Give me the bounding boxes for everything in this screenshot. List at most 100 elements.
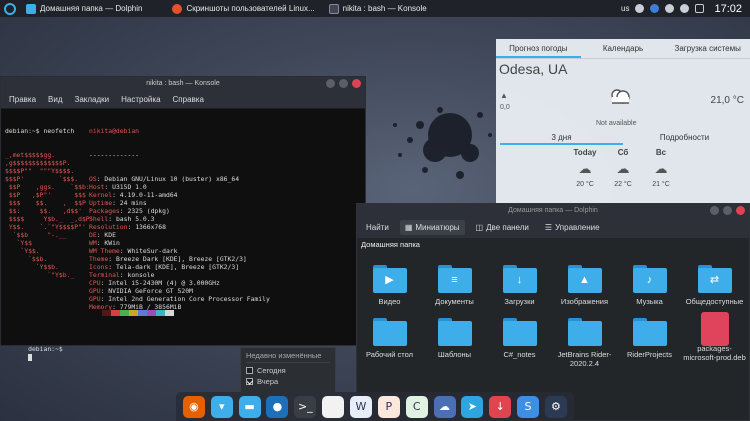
konsole-window: nikita : bash — Konsole Правка Вид Закла… xyxy=(0,76,366,361)
battery-icon[interactable] xyxy=(680,4,690,13)
minimize-button[interactable] xyxy=(710,206,719,215)
color-swatch xyxy=(138,310,147,316)
info-key: WM xyxy=(89,239,97,247)
tab-calendar[interactable]: Календарь xyxy=(581,39,666,58)
info-value: WhiteSur-dark xyxy=(127,247,178,255)
file-item[interactable]: ▶ Видео xyxy=(357,259,422,306)
task-dolphin[interactable]: Домашняя папка — Dolphin xyxy=(22,0,146,17)
info-key: Packages xyxy=(89,207,120,215)
folder-icon xyxy=(26,3,36,14)
info-value: 1366x768 xyxy=(135,223,166,231)
app-launcher-icon[interactable] xyxy=(4,2,16,15)
info-value: 4.19.0-11-amd64 xyxy=(119,191,178,199)
cloud-icon[interactable]: ☁ xyxy=(433,395,456,418)
recent-header: Недавно изменённые xyxy=(246,351,330,363)
control-menu-button[interactable]: ☰ Управление xyxy=(540,220,605,235)
thumbnails-button[interactable]: ▦ Миниатюры xyxy=(399,220,465,235)
menu-help[interactable]: Справка xyxy=(173,95,204,104)
menu-bookmarks[interactable]: Закладки xyxy=(75,95,110,104)
tab-details[interactable]: Подробности xyxy=(623,131,746,145)
menu-view[interactable]: Вид xyxy=(48,95,62,104)
file-item[interactable]: packages-microsoft-prod.deb xyxy=(682,312,747,368)
info-line: CPU: Intel i5-2430M (4) @ 3.000GHz xyxy=(89,279,220,287)
bluetooth-icon[interactable] xyxy=(650,4,660,13)
info-line: WM Theme: WhiteSur-dark xyxy=(89,247,178,255)
file-item[interactable]: ⇄ Общедоступные xyxy=(682,259,747,306)
volume-icon[interactable] xyxy=(665,4,675,13)
file-item[interactable]: JetBrains Rider-2020.2.4 xyxy=(552,312,617,368)
checkbox[interactable] xyxy=(246,367,253,374)
terminal-output[interactable]: debian:~$ neofetch _,met$$$$$gg. ,g$$$$$$… xyxy=(1,109,365,361)
writer-icon[interactable]: W xyxy=(349,395,372,418)
folder-icon xyxy=(437,318,472,346)
tab-system-load[interactable]: Загрузка системы xyxy=(665,39,750,58)
folder-icon xyxy=(502,318,537,346)
menu-settings[interactable]: Настройка xyxy=(121,95,160,104)
folder-icon xyxy=(567,318,602,346)
tab-forecast[interactable]: Прогноз погоды xyxy=(496,39,581,58)
file-item[interactable]: ▲ Изображения xyxy=(552,259,617,306)
close-button[interactable] xyxy=(736,206,745,215)
file-item[interactable]: ↓ Загрузки xyxy=(487,259,552,306)
folder-icon: ≡ xyxy=(437,265,472,293)
clock[interactable]: 17:02 xyxy=(714,3,742,15)
forecast-day: Сб ☁ 22 °C xyxy=(604,148,642,188)
task-browser[interactable]: Скриншоты пользователей Linux... xyxy=(168,0,318,17)
file-item[interactable]: Рабочий стол xyxy=(357,312,422,368)
impress-icon[interactable]: P xyxy=(377,395,400,418)
calc-icon[interactable]: C xyxy=(405,395,428,418)
split-view-button[interactable]: ◫ Две панели xyxy=(471,220,534,235)
file-item[interactable]: RiderProjects xyxy=(617,312,682,368)
breadcrumb[interactable]: Домашняя папка xyxy=(357,238,749,252)
info-key: WM Theme xyxy=(89,247,120,255)
minimize-button[interactable] xyxy=(326,79,335,88)
color-swatch xyxy=(120,310,129,316)
recent-row-yesterday[interactable]: Вчера xyxy=(246,376,330,387)
tab-3-days[interactable]: 3 дня xyxy=(500,131,623,145)
hamburger-icon: ☰ xyxy=(544,223,553,232)
info-value: Intel i5-2430M (4) @ 3.000GHz xyxy=(108,279,220,287)
window-titlebar[interactable]: nikita : bash — Konsole xyxy=(1,77,365,91)
keyboard-layout[interactable]: us xyxy=(621,4,629,13)
store-icon[interactable]: ▾ xyxy=(210,395,233,418)
document-icon[interactable] xyxy=(322,395,345,418)
firefox-icon[interactable]: ◉ xyxy=(182,395,205,418)
day-name: Today xyxy=(573,148,597,157)
file-item[interactable]: Шаблоны xyxy=(422,312,487,368)
file-label: RiderProjects xyxy=(626,350,672,359)
system-tray: us 17:02 xyxy=(621,3,750,15)
forecast-day: Today ☁ 20 °C xyxy=(566,148,604,188)
color-swatch xyxy=(147,310,156,316)
skype-icon[interactable]: S xyxy=(517,395,540,418)
thumbnails-label: Миниатюры xyxy=(415,223,460,232)
window-titlebar[interactable]: Домашняя папка — Dolphin xyxy=(357,204,749,217)
task-label: Домашняя папка — Dolphin xyxy=(40,4,143,13)
terminal-icon[interactable]: >_ xyxy=(294,395,317,418)
telegram-icon[interactable]: ➤ xyxy=(461,395,484,418)
find-button[interactable]: Найти xyxy=(361,220,394,235)
checkbox[interactable] xyxy=(246,378,253,385)
steam-icon[interactable]: ⚙ xyxy=(544,395,567,418)
notifications-icon[interactable] xyxy=(695,4,705,13)
task-konsole[interactable]: nikita : bash — Konsole xyxy=(325,0,431,17)
info-value: U315D 1.0 xyxy=(112,183,147,191)
close-button[interactable] xyxy=(352,79,361,88)
recent-row-today[interactable]: Сегодня xyxy=(246,365,330,376)
maximize-button[interactable] xyxy=(723,206,732,215)
recent-label: Сегодня xyxy=(257,366,286,375)
info-value: bash 5.0.3 xyxy=(115,215,155,223)
terminal-icon xyxy=(328,3,339,14)
maximize-button[interactable] xyxy=(339,79,348,88)
file-item[interactable]: ≡ Документы xyxy=(422,259,487,306)
menu-edit[interactable]: Правка xyxy=(9,95,36,104)
network-icon[interactable] xyxy=(635,4,645,13)
cloud-icon: ☁ xyxy=(578,161,592,176)
file-item[interactable]: C#_notes xyxy=(487,312,552,368)
file-item[interactable]: ♪ Музыка xyxy=(617,259,682,306)
menu-bar: Правка Вид Закладки Настройка Справка xyxy=(1,91,365,109)
download-icon[interactable]: ↓ xyxy=(489,395,512,418)
folder-icon[interactable]: ▬ xyxy=(238,395,261,418)
task-label: nikita : bash — Konsole xyxy=(342,4,427,13)
user-host: nikita@debian xyxy=(89,127,140,135)
toggle-icon[interactable]: ● xyxy=(266,395,289,418)
